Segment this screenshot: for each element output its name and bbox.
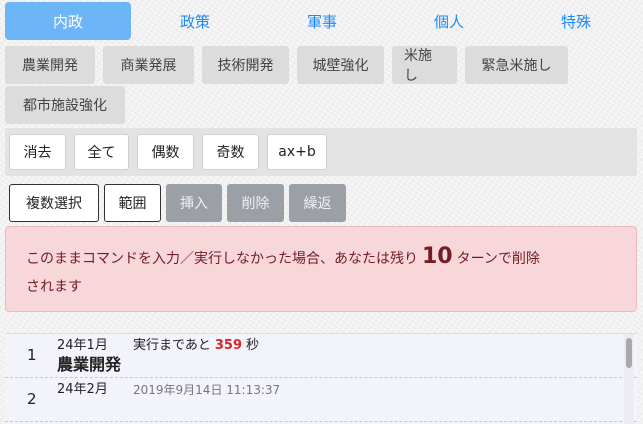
tab-special[interactable]: 特殊	[513, 2, 639, 40]
select-even-button[interactable]: 偶数	[137, 134, 194, 170]
alert-turns-count: 10	[422, 244, 453, 269]
countdown-suffix: 秒	[246, 338, 260, 353]
command-wall-button[interactable]: 城壁強化	[297, 46, 384, 84]
insert-button[interactable]: 挿入	[166, 184, 222, 222]
multi-select-button[interactable]: 複数選択	[9, 184, 99, 222]
queue-row[interactable]: 1 24年1月 実行まであと 359 秒 農業開発	[5, 334, 637, 378]
command-list: 農業開発 商業発展 技術開発 城壁強化 米施し 緊急米施し	[5, 46, 576, 84]
tab-personal[interactable]: 個人	[386, 2, 512, 40]
command-agriculture-button[interactable]: 農業開発	[5, 46, 95, 84]
command-list-row2: 都市施設強化	[5, 86, 133, 124]
row-command-title: 農業開発	[57, 355, 122, 374]
range-button[interactable]: 範囲	[104, 184, 161, 222]
row-number: 2	[27, 390, 37, 408]
tab-domestic[interactable]: 内政	[5, 2, 131, 40]
tab-military[interactable]: 軍事	[259, 2, 385, 40]
command-city-facility-button[interactable]: 都市施設強化	[5, 86, 125, 124]
select-clear-button[interactable]: 消去	[9, 134, 66, 170]
row-number: 1	[27, 346, 37, 364]
tab-bar: 内政 政策 軍事 個人 特殊	[5, 2, 641, 42]
alert-text-line2: されます	[26, 279, 82, 295]
deletion-warning-alert: このままコマンドを入力／実行しなかった場合、あなたは残り 10 ターンで削除 されま…	[5, 226, 637, 312]
delete-button[interactable]: 削除	[227, 184, 284, 222]
command-technology-button[interactable]: 技術開発	[202, 46, 289, 84]
alert-text-after: ターンで削除	[456, 251, 540, 267]
select-odd-button[interactable]: 奇数	[202, 134, 259, 170]
repeat-button[interactable]: 繰返	[289, 184, 346, 222]
select-all-button[interactable]: 全て	[74, 134, 129, 170]
command-queue-list: 1 24年1月 実行まであと 359 秒 農業開発 2 24年2月 2019年9月1…	[5, 333, 637, 424]
scrollbar-thumb[interactable]	[626, 338, 632, 368]
countdown-seconds: 359	[214, 338, 243, 353]
command-rice-button[interactable]: 米施し	[392, 46, 457, 84]
command-emergency-rice-button[interactable]: 緊急米施し	[465, 46, 568, 84]
queue-row[interactable]: 2 24年2月 2019年9月14日 11:13:37	[5, 378, 637, 422]
row-countdown: 実行まであと 359 秒	[133, 334, 259, 353]
alert-text-before: このままコマンドを入力／実行しなかった場合、あなたは残り	[26, 251, 418, 267]
row-date: 2019年9月14日 11:13:37	[133, 383, 281, 397]
select-formula-button[interactable]: ax+b	[267, 134, 327, 170]
tab-policy[interactable]: 政策	[132, 2, 258, 40]
countdown-prefix: 実行まであと	[133, 338, 211, 353]
command-commerce-button[interactable]: 商業発展	[103, 46, 194, 84]
row-turn: 24年2月	[57, 382, 108, 397]
edit-toolbar: 複数選択 範囲 挿入 削除 繰返	[9, 184, 351, 222]
selection-toolbar: 消去 全て 偶数 奇数 ax+b	[5, 128, 637, 176]
